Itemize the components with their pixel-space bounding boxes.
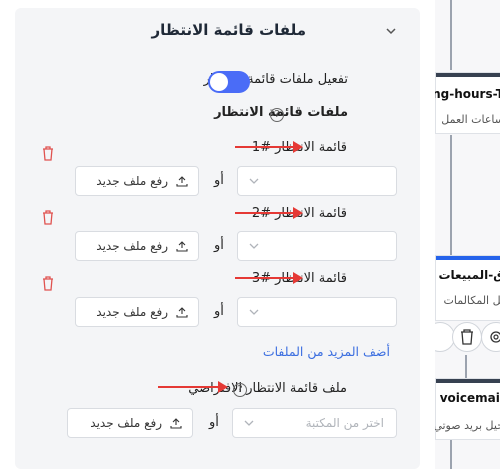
flow-node-working-hours[interactable]: rking-hours-T ساعات العمل (435, 72, 500, 134)
or-label: أو (214, 238, 224, 253)
upload-button-label: رفع ملف جديد (90, 416, 162, 430)
upload-icon (170, 418, 182, 429)
node-accent-bar (436, 256, 500, 260)
queue-1-upload-button[interactable]: رفع ملف جديد (75, 166, 199, 196)
node-title: ق-المبيعات (438, 268, 500, 282)
connector-line (450, 0, 452, 70)
panel-scrollbar[interactable] (420, 0, 435, 469)
connector-line (450, 440, 452, 469)
help-icon[interactable]: ? (233, 383, 247, 397)
upload-icon (176, 307, 188, 318)
queue-2-select[interactable] (237, 231, 397, 261)
upload-icon (176, 241, 188, 252)
red-arrow-icon (235, 207, 303, 219)
toggle-knob (210, 73, 228, 91)
default-queue-placeholder: اختر من المكتبة (305, 416, 384, 430)
queue-3-select[interactable] (237, 297, 397, 327)
chevron-down-icon (249, 178, 259, 184)
enable-queue-files-toggle[interactable] (208, 71, 250, 93)
collapse-chevron-icon[interactable] (382, 22, 400, 40)
flow-canvas[interactable]: rking-hours-T ساعات العمل ق-المبيعات يل … (435, 0, 500, 469)
red-arrow-icon (235, 272, 303, 284)
flow-node-sales[interactable]: ق-المبيعات يل المكالمات (435, 255, 500, 321)
or-label: أو (209, 415, 219, 430)
gear-icon (490, 331, 500, 343)
red-arrow-icon (158, 381, 228, 393)
upload-icon (176, 176, 188, 187)
node-accent-bar (436, 73, 500, 77)
section-title: ملفات قائمة الانتظار (151, 21, 306, 39)
node-title: voicemail (439, 391, 500, 405)
chevron-down-icon (244, 420, 254, 426)
queue-1-select[interactable] (237, 166, 397, 196)
delete-queue-1-trash-icon[interactable] (41, 145, 55, 161)
node-toolbar (435, 322, 500, 354)
chevron-down-icon (249, 243, 259, 249)
add-more-files-link[interactable]: أضف المزيد من الملفات (263, 344, 390, 359)
node-title: rking-hours-T (435, 87, 500, 101)
help-icon[interactable]: ? (270, 108, 284, 122)
red-arrow-icon (235, 141, 303, 153)
default-upload-button[interactable]: رفع ملف جديد (67, 408, 193, 438)
or-label: أو (214, 173, 224, 188)
node-accent-bar (436, 379, 500, 383)
upload-button-label: رفع ملف جديد (96, 174, 168, 188)
delete-queue-2-trash-icon[interactable] (41, 209, 55, 225)
gear-icon[interactable] (481, 322, 500, 352)
node-subtitle: يل المكالمات (443, 294, 500, 307)
queue-files-panel: ملفات قائمة الانتظار تفعيل ملفات قائمة ا… (0, 0, 435, 469)
upload-button-label: رفع ملف جديد (96, 239, 168, 253)
trash-icon (461, 329, 473, 345)
default-queue-file-label: ملف قائمة الانتظار الافتراضي (188, 381, 347, 396)
node-subtitle: جيل بريد صوتي (435, 419, 500, 432)
or-label: أو (214, 304, 224, 319)
delete-queue-3-trash-icon[interactable] (41, 275, 55, 291)
queue-2-upload-button[interactable]: رفع ملف جديد (75, 231, 199, 261)
flow-node-voicemail[interactable]: voicemail جيل بريد صوتي (435, 378, 500, 440)
default-queue-select[interactable]: اختر من المكتبة (232, 408, 397, 438)
trash-icon[interactable] (452, 322, 482, 352)
node-subtitle: ساعات العمل (441, 113, 500, 126)
connector-line (465, 355, 467, 380)
chevron-down-icon (249, 309, 259, 315)
queue-3-upload-button[interactable]: رفع ملف جديد (75, 297, 199, 327)
upload-button-label: رفع ملف جديد (96, 305, 168, 319)
connector-line (450, 135, 452, 255)
